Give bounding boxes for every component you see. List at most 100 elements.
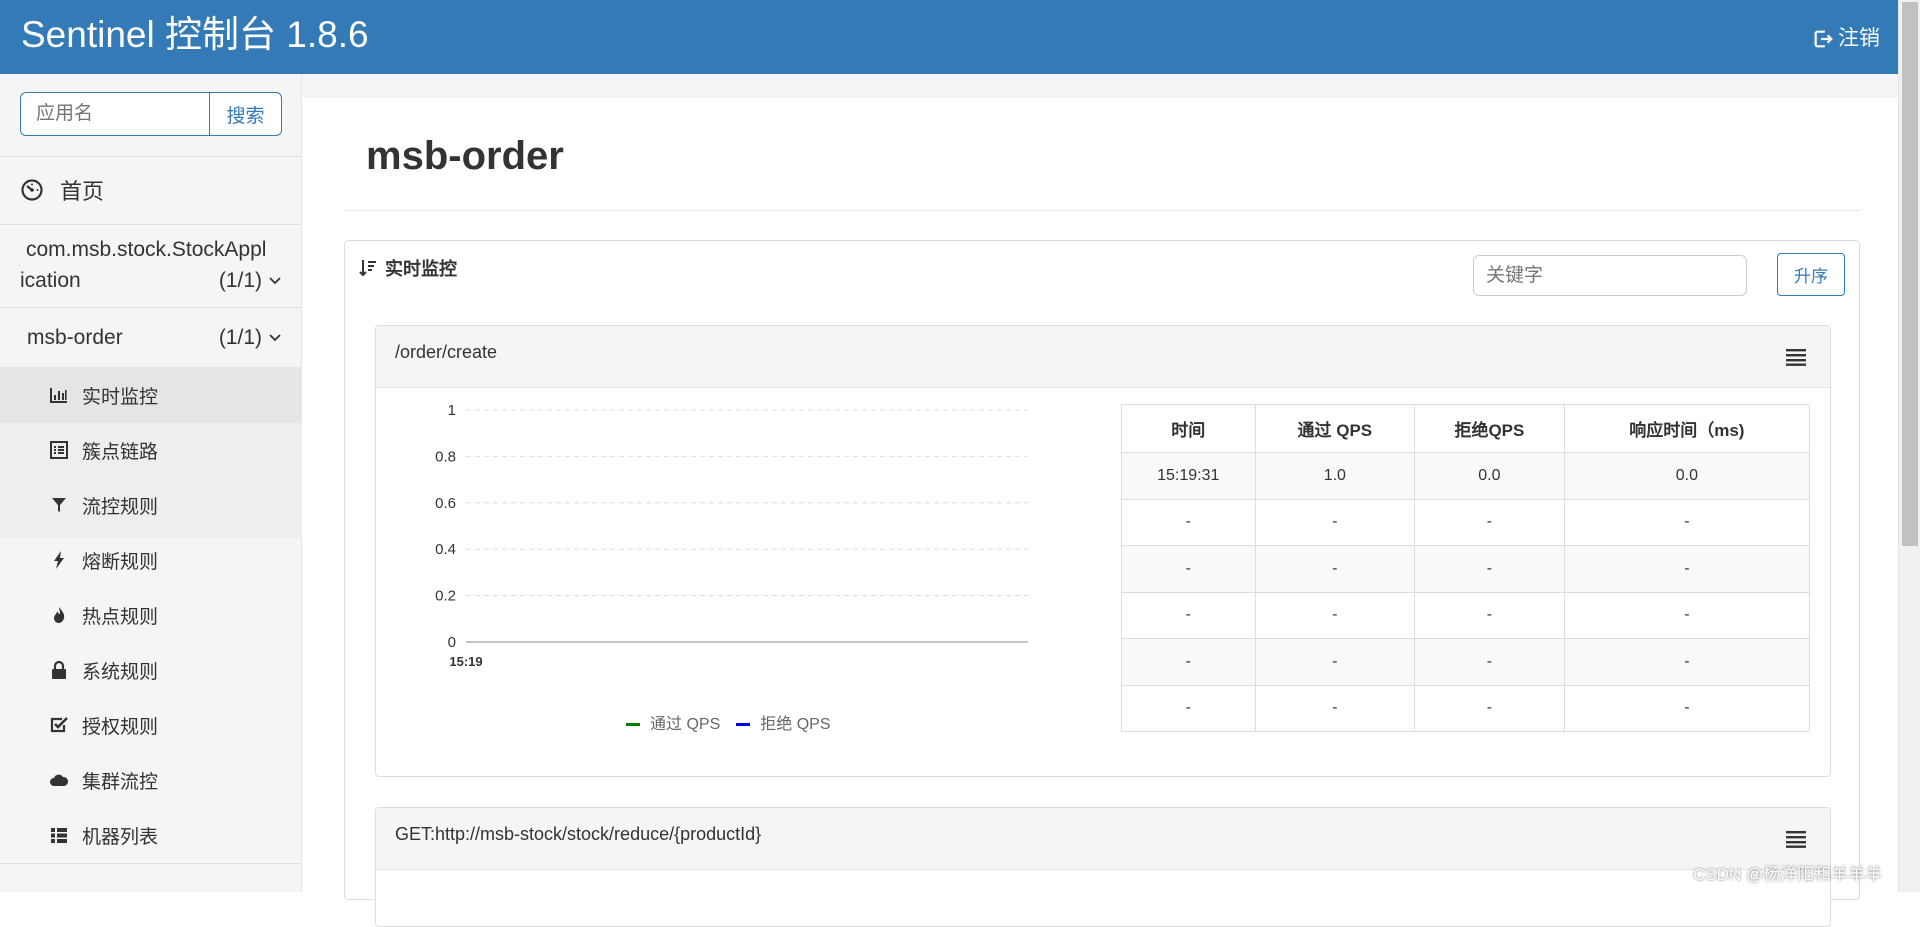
main-content-inner: msb-order 实时监控 升序 /order/create (302, 98, 1898, 927)
table-row: - - - - (1121, 684, 1811, 732)
y-tick-label: 1 (448, 402, 456, 419)
dashboard-icon (21, 179, 43, 201)
list-alt-icon (48, 439, 70, 461)
sidebar-app-msb-order[interactable]: msb-order (1/1) (20, 322, 282, 353)
sidebar-app-stock[interactable]: com.msb.stock.StockAppl ication (1/1) (20, 234, 282, 296)
panel-title: 实时监控 (359, 255, 457, 281)
table-cell: - (1414, 638, 1565, 686)
bar-chart-icon (48, 384, 70, 406)
table-row: 15:19:31 1.0 0.0 0.0 (1121, 452, 1811, 500)
sidebar-item-home[interactable]: 首页 (20, 170, 104, 210)
panel-title-label: 实时监控 (385, 259, 457, 279)
table-cell: 0.0 (1414, 452, 1565, 500)
menu-label: 系统规则 (82, 661, 159, 683)
sidebar-divider (0, 224, 302, 225)
column-header: 拒绝QPS (1414, 404, 1565, 453)
column-header: 通过 QPS (1254, 404, 1416, 453)
logout-icon (1814, 30, 1833, 48)
filter-icon (48, 494, 70, 516)
menu-icon[interactable] (1786, 348, 1806, 366)
main-content: msb-order 实时监控 升序 /order/create (302, 74, 1898, 927)
table-cell: - (1414, 498, 1565, 546)
resource-card: /order/create 1 0.8 0.6 0.4 0.2 0 15:19 通过 QPS… (375, 325, 1831, 777)
menu-label: 熔断规则 (82, 551, 159, 573)
menu-label: 簇点链路 (82, 441, 159, 463)
x-tick-label: 15:19 (449, 654, 482, 669)
legend-item-block[interactable]: 拒绝 QPS (736, 710, 831, 734)
sidebar-item-cluster-link[interactable]: 簇点链路 (48, 435, 158, 465)
watermark: CSDN @杨洋阳和羊羊羊 (1693, 865, 1883, 884)
title-divider (344, 210, 1860, 211)
chevron-down-icon (269, 334, 281, 342)
table-cell: - (1121, 545, 1256, 593)
table-cell: - (1254, 545, 1416, 593)
table-cell: - (1121, 684, 1256, 732)
sidebar-item-auth-rules[interactable]: 授权规则 (48, 710, 158, 740)
legend-label: 拒绝 QPS (760, 716, 831, 733)
keyword-search-input[interactable] (1473, 255, 1747, 296)
table-row: - - - - (1121, 638, 1811, 686)
table-cell: - (1563, 591, 1811, 639)
logout-label: 注销 (1838, 27, 1880, 50)
legend-label: 通过 QPS (650, 716, 721, 733)
chevron-down-icon (269, 277, 281, 285)
table-cell: - (1121, 638, 1256, 686)
realtime-monitor-panel: 实时监控 升序 /order/create 1 0.8 0.6 0.4 0.2 0 15:1… (344, 240, 1860, 927)
qps-line-chart: 1 0.8 0.6 0.4 0.2 0 15:19 (435, 402, 1028, 669)
menu-label: 热点规则 (82, 606, 159, 628)
column-header: 响应时间（ms) (1563, 404, 1811, 453)
legend-item-pass[interactable]: 通过 QPS (626, 710, 720, 734)
table-cell: - (1254, 684, 1416, 732)
sidebar-item-realtime-monitor[interactable]: 实时监控 (48, 380, 158, 410)
table-cell: 15:19:31 (1121, 452, 1256, 500)
table-cell: - (1563, 684, 1811, 732)
sidebar-item-machine-list[interactable]: 机器列表 (48, 820, 158, 850)
resource-card-header: /order/create (376, 326, 1830, 388)
page-title: msb-order (366, 134, 564, 178)
app-search-button[interactable]: 搜索 (209, 92, 282, 136)
resource-card: GET:http://msb-stock/stock/reduce/{produ… (375, 807, 1831, 927)
y-tick-label: 0.2 (435, 588, 456, 605)
table-row: - - - - (1121, 498, 1811, 546)
y-tick-label: 0.6 (435, 495, 456, 512)
sidebar-item-system-rules[interactable]: 系统规则 (48, 655, 158, 685)
sidebar-item-hotspot-rules[interactable]: 热点规则 (48, 600, 158, 630)
top-navbar: Sentinel 控制台 1.8.6 注销 (0, 0, 1898, 74)
sidebar-item-degrade-rules[interactable]: 熔断规则 (48, 545, 158, 575)
sort-ascending-button[interactable]: 升序 (1777, 253, 1845, 296)
lock-icon (48, 659, 70, 681)
vertical-scrollbar[interactable] (1898, 0, 1920, 892)
app-machine-count: (1/1) (218, 326, 262, 349)
menu-label: 流控规则 (82, 496, 159, 518)
menu-icon[interactable] (1786, 830, 1806, 848)
y-tick-label: 0.8 (435, 448, 456, 465)
table-cell: - (1414, 591, 1565, 639)
table-cell: 0.0 (1563, 452, 1811, 500)
resource-card-header: GET:http://msb-stock/stock/reduce/{produ… (376, 808, 1830, 870)
resource-name: /order/create (395, 342, 498, 362)
sidebar: 搜索 首页 com.msb.stock.StockAppl ication (1… (0, 74, 302, 892)
sidebar-divider (0, 156, 302, 157)
home-label: 首页 (60, 179, 105, 204)
chart-legend: 通过 QPS 拒绝 QPS (626, 710, 831, 734)
cloud-icon (48, 769, 70, 791)
sidebar-item-cluster-flow[interactable]: 集群流控 (48, 765, 158, 795)
menu-label: 授权规则 (82, 716, 159, 738)
sidebar-divider (0, 863, 302, 864)
table-cell: - (1563, 545, 1811, 593)
logout-link[interactable]: 注销 (1812, 26, 1880, 52)
th-list-icon (48, 824, 70, 846)
sort-icon (359, 260, 376, 277)
app-search-input[interactable] (20, 92, 209, 136)
scrollbar-thumb[interactable] (1902, 2, 1918, 546)
app-title[interactable]: Sentinel 控制台 1.8.6 (21, 13, 369, 57)
fire-icon (48, 604, 70, 626)
y-tick-label: 0.4 (435, 541, 456, 558)
table-cell: - (1414, 545, 1565, 593)
table-header-row: 时间 通过 QPS 拒绝QPS 响应时间（ms) (1121, 404, 1811, 453)
sidebar-item-flow-rules[interactable]: 流控规则 (48, 490, 158, 520)
table-cell: - (1414, 684, 1565, 732)
table-cell: 1.0 (1254, 452, 1416, 500)
table-cell: - (1121, 498, 1256, 546)
table-cell: - (1254, 591, 1416, 639)
